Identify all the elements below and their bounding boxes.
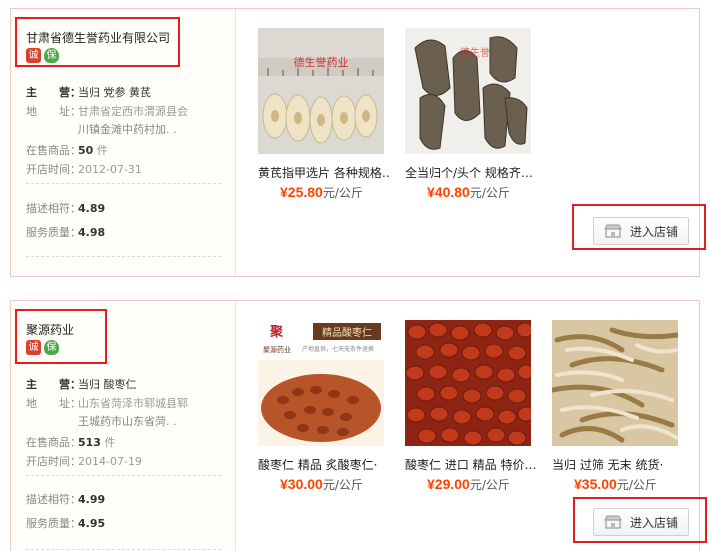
divider — [26, 256, 221, 257]
shop-info-panel: 聚源药业 诚 保 主 营：当归 酸枣仁 地 址：山东省菏泽市郓城县郓 王城药市山… — [11, 301, 236, 551]
product-title[interactable]: 酸枣仁 进口 精品 特价… — [405, 456, 537, 473]
product-title[interactable]: 全当归个/头个 规格齐… — [405, 164, 537, 181]
enter-shop-button[interactable]: 进入店铺 — [593, 217, 689, 245]
divider — [26, 549, 221, 550]
product-title[interactable]: 黄芪指甲选片 各种规格… — [258, 164, 390, 181]
product-price: ¥40.80元/公斤 — [427, 184, 510, 200]
product-title[interactable]: 酸枣仁 精品 炙酸枣仁· — [258, 456, 390, 473]
product-title[interactable]: 当归 过筛 无末 统货· — [552, 456, 684, 473]
watermark-text: 德生誉药业 — [294, 55, 349, 69]
shop-icon — [604, 224, 622, 238]
integrity-badge-icon[interactable]: 诚 — [26, 48, 41, 63]
enter-shop-label: 进入店铺 — [629, 515, 678, 530]
ad-title-text: 精品酸枣仁 — [322, 326, 372, 339]
product-price: ¥29.00元/公斤 — [427, 476, 510, 492]
product-image[interactable]: 德生誉药业 — [258, 28, 384, 154]
main-business: 主 营：当归 党参 黄芪 — [26, 86, 151, 99]
divider — [26, 183, 221, 184]
guarantee-badge-icon[interactable]: 保 — [44, 340, 59, 355]
product-image[interactable] — [405, 320, 531, 446]
ad-brand-text: 聚源药业 — [263, 345, 291, 354]
product-price: ¥30.00元/公斤 — [280, 476, 363, 492]
main-business: 主 营：当归 酸枣仁 — [26, 378, 137, 391]
shop-card: 甘肃省德生誉药业有限公司 诚 保 主 营：当归 党参 黄芪 地 址：甘肃省定西市… — [10, 8, 700, 277]
description-score: 描述相符：4.99 — [26, 493, 106, 506]
shop-badges: 诚 保 — [26, 48, 59, 63]
watermark-text: 德生誉 — [460, 46, 490, 59]
service-score: 服务质量：4.98 — [26, 226, 106, 239]
description-score: 描述相符：4.89 — [26, 202, 106, 215]
enter-shop-label: 进入店铺 — [629, 224, 678, 239]
divider — [26, 475, 221, 476]
guarantee-badge-icon[interactable]: 保 — [44, 48, 59, 63]
ad-slogan-text: 产地直供，七天无条件退换 — [302, 345, 374, 353]
service-score: 服务质量：4.95 — [26, 517, 106, 530]
product-price: ¥35.00元/公斤 — [574, 476, 657, 492]
shop-address: 地 址：山东省菏泽市郓城县郓 王城药市山东省菏. . — [26, 397, 188, 428]
on-sale-count: 在售商品：50 件 — [26, 144, 108, 157]
shop-address: 地 址：甘肃省定西市渭源县会 川镇金滩中药村加. . — [26, 105, 188, 136]
open-date: 开店时间：2014-07-19 — [26, 455, 142, 468]
open-date: 开店时间：2012-07-31 — [26, 163, 142, 176]
shop-badges: 诚 保 — [26, 340, 59, 355]
shop-card: 聚源药业 诚 保 主 营：当归 酸枣仁 地 址：山东省菏泽市郓城县郓 王城药市山… — [10, 300, 700, 551]
on-sale-count: 在售商品：513 件 — [26, 436, 116, 449]
integrity-badge-icon[interactable]: 诚 — [26, 340, 41, 355]
product-image[interactable] — [552, 320, 678, 446]
enter-shop-button[interactable]: 进入店铺 — [593, 508, 689, 536]
product-image[interactable]: 聚 精品酸枣仁 聚源药业 产地直供，七天无条件退换 — [258, 320, 384, 446]
shop-info-panel: 甘肃省德生誉药业有限公司 诚 保 主 营：当归 党参 黄芪 地 址：甘肃省定西市… — [11, 9, 236, 276]
product-price: ¥25.80元/公斤 — [280, 184, 363, 200]
svg-text:聚: 聚 — [269, 325, 284, 340]
product-image[interactable]: 德生誉 — [405, 28, 531, 154]
shop-name-link[interactable]: 聚源药业 — [26, 321, 74, 338]
shop-name-link[interactable]: 甘肃省德生誉药业有限公司 — [26, 29, 170, 46]
shop-icon — [604, 515, 622, 529]
